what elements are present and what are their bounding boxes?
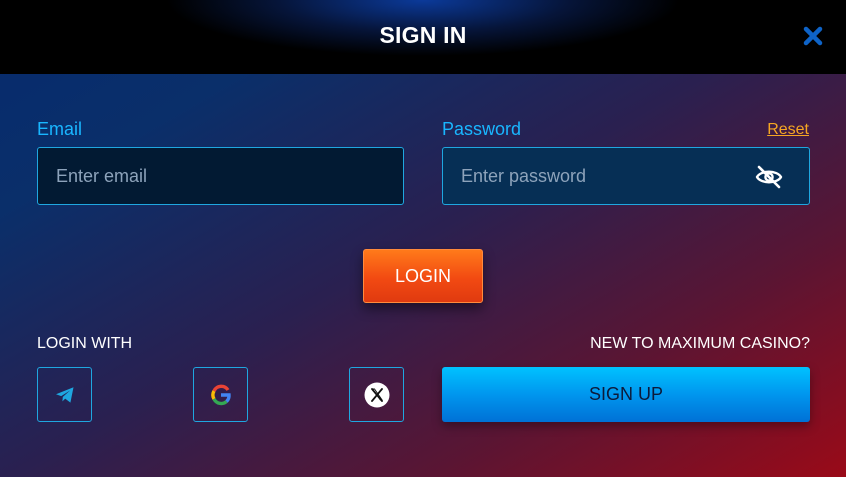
password-label: Password	[442, 119, 522, 139]
email-input[interactable]	[38, 148, 403, 204]
sign-in-modal: SIGN IN Email Password Reset LOGIN LOGIN…	[0, 0, 846, 477]
google-login-button[interactable]	[193, 367, 248, 422]
reset-password-link[interactable]: Reset	[767, 121, 809, 139]
email-field-box	[37, 147, 404, 205]
signup-button[interactable]: SIGN UP	[442, 367, 810, 422]
close-x-icon	[803, 26, 823, 46]
modal-title: SIGN IN	[379, 22, 467, 48]
eye-slash-icon	[755, 165, 783, 189]
telegram-login-button[interactable]	[37, 367, 92, 422]
signup-prompt: NEW TO MAXIMUM CASINO?	[590, 335, 810, 352]
password-visibility-toggle[interactable]	[755, 165, 783, 189]
telegram-icon	[55, 386, 73, 403]
x-login-button[interactable]	[349, 367, 404, 422]
email-label: Email	[37, 119, 83, 139]
password-field-box	[442, 147, 810, 205]
x-icon	[364, 382, 389, 407]
close-button[interactable]	[802, 25, 824, 47]
modal-header: SIGN IN	[0, 0, 846, 74]
login-with-label: LOGIN WITH	[37, 335, 133, 352]
login-button[interactable]: LOGIN	[363, 249, 483, 303]
google-icon	[210, 384, 231, 405]
